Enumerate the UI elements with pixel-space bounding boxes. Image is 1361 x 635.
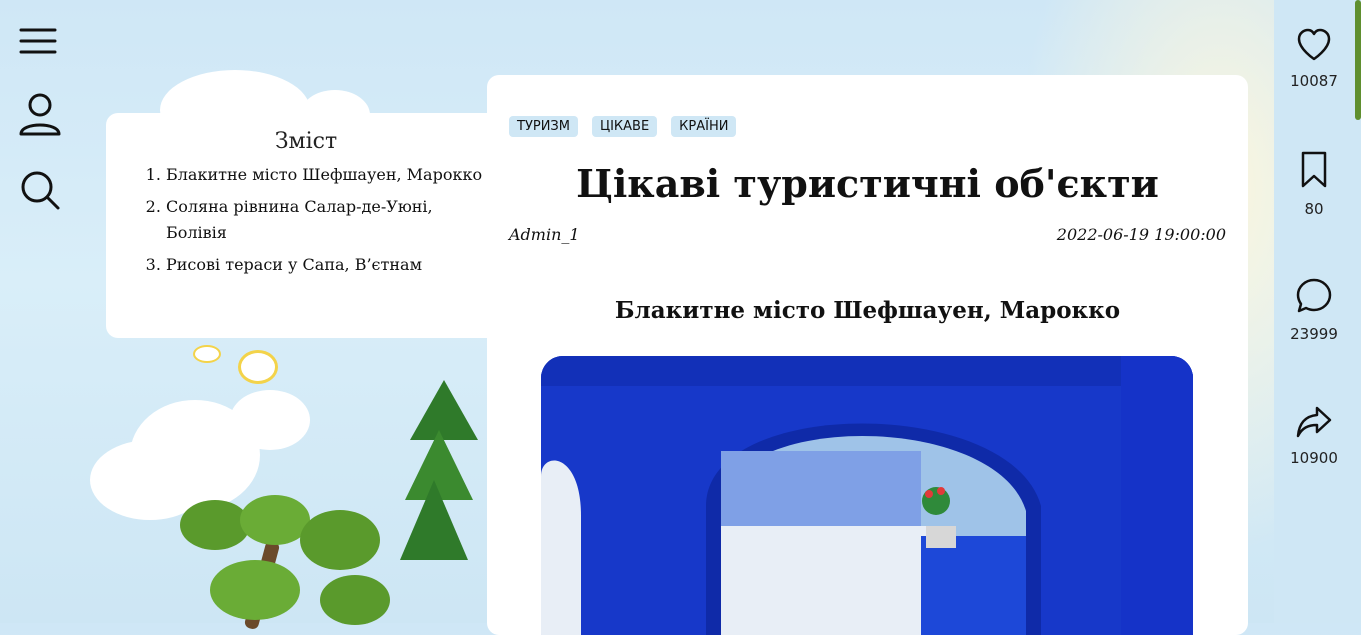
bookmark-button[interactable]: 80 — [1274, 150, 1354, 218]
pine-tree — [400, 480, 468, 560]
tag-list: ТУРИЗМ ЦІКАВЕ КРАЇНИ — [509, 116, 737, 137]
toc-item: Блакитне місто Шефшауен, Марокко — [166, 162, 486, 188]
toc-list: Блакитне місто Шефшауен, Марокко Соляна … — [146, 162, 486, 278]
tag[interactable]: ТУРИЗМ — [509, 116, 578, 137]
cloud — [230, 390, 310, 450]
flower — [238, 350, 278, 384]
bookmark-icon — [1301, 151, 1327, 188]
user-icon — [19, 93, 61, 136]
left-navigation — [0, 0, 80, 623]
comment-count: 23999 — [1290, 325, 1338, 343]
article-title: Цікаві туристичні об'єкти — [576, 161, 1159, 206]
share-count: 10900 — [1290, 449, 1338, 467]
search-button[interactable] — [18, 168, 64, 214]
article-card: ТУРИЗМ ЦІКАВЕ КРАЇНИ Цікаві туристичні о… — [487, 75, 1248, 635]
flower — [193, 345, 221, 363]
tree-foliage — [320, 575, 390, 625]
share-icon — [1296, 406, 1332, 438]
heart-icon — [1297, 28, 1331, 61]
scroll-indicator[interactable] — [1355, 0, 1361, 120]
comment-icon — [1296, 278, 1332, 313]
like-button[interactable]: 10087 — [1274, 28, 1354, 90]
comment-button[interactable]: 23999 — [1274, 277, 1354, 343]
toc-item: Рисові тераси у Сапа, В’єтнам — [166, 252, 486, 278]
toc-link[interactable]: Блакитне місто Шефшауен, Марокко — [166, 165, 482, 184]
section-heading: Блакитне місто Шефшауен, Марокко — [614, 297, 1121, 324]
article-photo — [541, 356, 1193, 635]
tag[interactable]: КРАЇНИ — [671, 116, 737, 137]
menu-button[interactable] — [18, 20, 64, 66]
toc-item: Соляна рівнина Салар-де-Уюні, Болівія — [166, 194, 486, 246]
tree-foliage — [300, 510, 380, 570]
toc-link[interactable]: Соляна рівнина Салар-де-Уюні, Болівія — [166, 197, 433, 242]
tag[interactable]: ЦІКАВЕ — [591, 116, 658, 137]
action-sidebar: 10087 80 23999 10900 — [1274, 0, 1361, 623]
bookmark-count: 80 — [1304, 200, 1324, 218]
tree-foliage — [180, 500, 250, 550]
table-of-contents: Зміст Блакитне місто Шефшауен, Марокко С… — [106, 113, 506, 338]
profile-button[interactable] — [18, 92, 64, 138]
menu-icon — [19, 28, 57, 54]
share-button[interactable]: 10900 — [1274, 405, 1354, 467]
blue-arch-illustration — [541, 356, 1193, 635]
like-count: 10087 — [1290, 72, 1338, 90]
article-date: 2022-06-19 19:00:00 — [1056, 225, 1226, 244]
tree-foliage — [210, 560, 300, 620]
toc-title: Зміст — [274, 129, 338, 154]
toc-link[interactable]: Рисові тераси у Сапа, В’єтнам — [166, 255, 422, 274]
article-author[interactable]: Admin_1 — [509, 225, 580, 244]
search-icon — [21, 171, 60, 210]
